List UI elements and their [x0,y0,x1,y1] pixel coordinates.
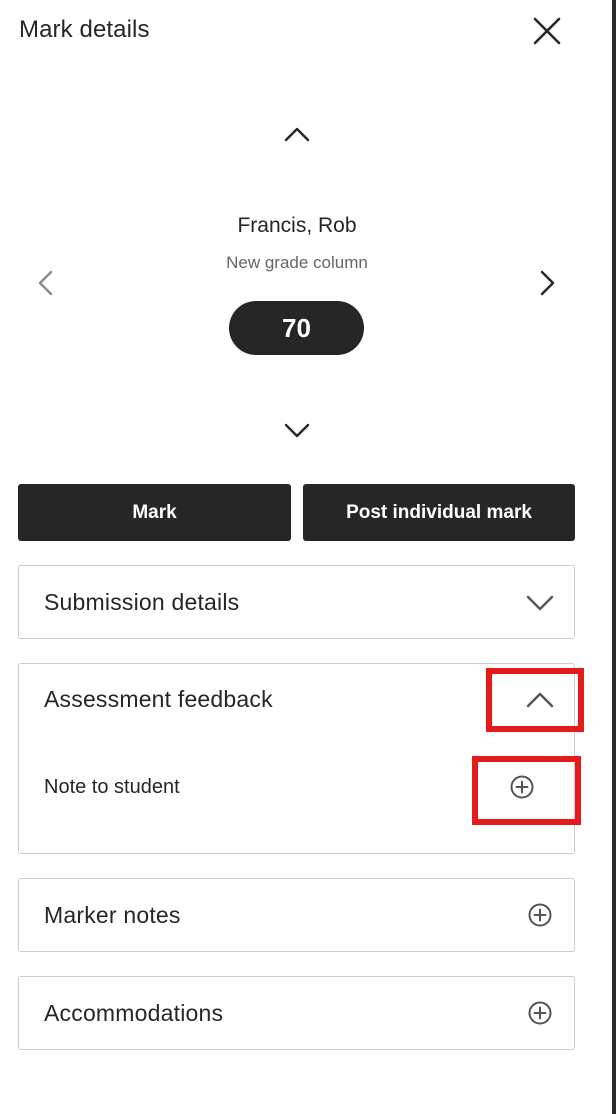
marker-notes-panel[interactable]: Marker notes [18,878,575,952]
assessment-feedback-panel: Assessment feedback Note to student [18,663,575,854]
submission-details-panel[interactable]: Submission details [18,565,575,639]
chevron-up-icon [526,692,554,708]
plus-circle-icon [510,775,534,799]
plus-circle-icon [528,1001,552,1025]
plus-circle-icon [528,903,552,927]
panel-edge-divider [612,0,616,1114]
previous-student-up-button[interactable] [281,119,313,151]
student-name: Francis, Rob [237,214,357,237]
chevron-down-icon [284,423,310,438]
accommodations-panel[interactable]: Accommodations [18,976,575,1050]
grade-column-name: New grade column [226,253,368,272]
close-icon [533,17,561,45]
panel-header: Mark details [0,0,612,62]
chevron-right-icon [540,270,555,296]
post-individual-mark-button[interactable]: Post individual mark [303,484,575,541]
add-marker-notes-button[interactable] [525,900,555,930]
close-button[interactable] [530,14,564,48]
accommodations-title: Accommodations [44,1000,224,1026]
page-title: Mark details [19,16,150,43]
add-accommodations-button[interactable] [525,998,555,1028]
submission-details-title: Submission details [44,589,240,615]
mark-button[interactable]: Mark [18,484,291,541]
marker-notes-title: Marker notes [44,902,181,928]
chevron-down-icon [526,595,554,611]
chevron-up-icon [284,127,310,142]
assessment-feedback-title: Assessment feedback [44,686,273,712]
next-item-button[interactable] [531,267,563,299]
note-to-student-label: Note to student [44,776,180,798]
grade-value-pill[interactable]: 70 [229,301,364,355]
next-student-down-button[interactable] [281,414,313,446]
collapse-assessment-feedback-button[interactable] [524,684,556,716]
expand-submission-details-button[interactable] [524,586,556,618]
add-note-to-student-button[interactable] [507,772,537,802]
